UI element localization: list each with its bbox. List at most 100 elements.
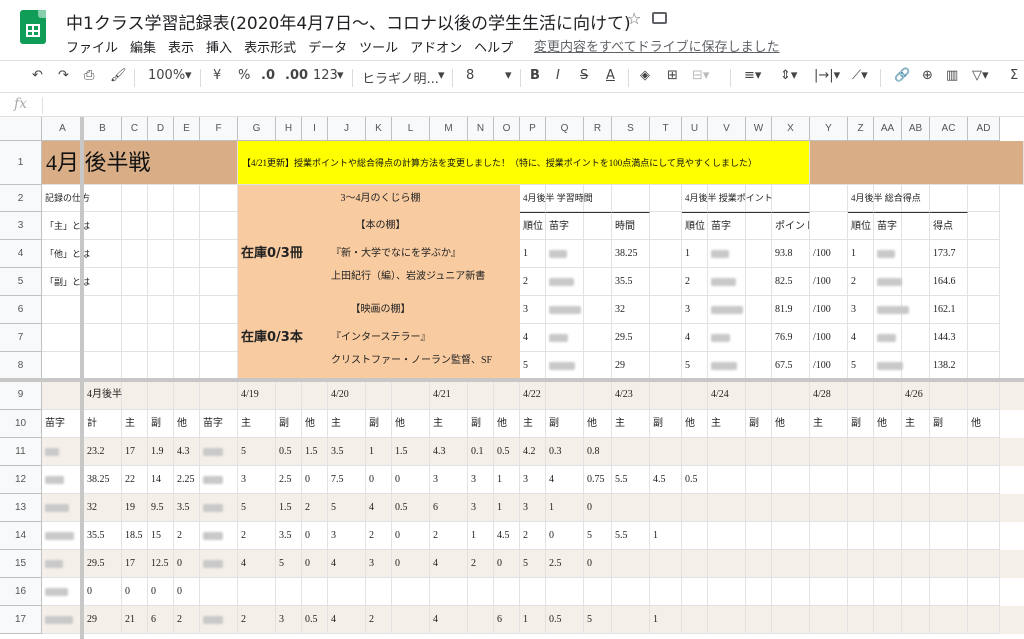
column-header-T[interactable]: T xyxy=(650,117,682,141)
cell-value[interactable]: 2 xyxy=(238,522,276,550)
cell[interactable] xyxy=(122,296,148,324)
cell-value[interactable]: 17 xyxy=(122,438,148,466)
cell[interactable] xyxy=(650,550,682,578)
cell-value[interactable]: 12.5 xyxy=(148,550,174,578)
cell[interactable] xyxy=(810,578,848,606)
cell-value[interactable]: 14 xyxy=(148,466,174,494)
student-name-blurred[interactable] xyxy=(200,438,238,466)
column-header-V[interactable]: V xyxy=(708,117,746,141)
cell-value[interactable] xyxy=(392,606,430,634)
cell[interactable] xyxy=(682,578,708,606)
cell[interactable] xyxy=(174,268,200,296)
cell-value[interactable]: 0.5 xyxy=(392,494,430,522)
cell-value[interactable] xyxy=(468,606,494,634)
bold-icon[interactable]: B xyxy=(530,68,540,83)
cell[interactable] xyxy=(682,550,708,578)
cell[interactable] xyxy=(968,438,1000,466)
cell-value[interactable]: 0.5 xyxy=(546,606,584,634)
cell[interactable] xyxy=(174,240,200,268)
cell-value[interactable]: 2.5 xyxy=(546,550,584,578)
cell[interactable] xyxy=(328,578,366,606)
cell-value[interactable]: 5 xyxy=(276,550,302,578)
cell[interactable] xyxy=(746,522,772,550)
menu-item[interactable]: ヘルプ xyxy=(474,37,513,56)
cell[interactable] xyxy=(546,578,584,606)
cell[interactable] xyxy=(930,438,968,466)
cell[interactable] xyxy=(930,550,968,578)
cell[interactable] xyxy=(238,578,276,606)
cell[interactable] xyxy=(650,268,682,296)
student-name-blurred[interactable] xyxy=(42,466,84,494)
cell[interactable] xyxy=(174,185,200,212)
cell[interactable] xyxy=(84,352,122,380)
cell[interactable] xyxy=(276,578,302,606)
student-name-blurred[interactable] xyxy=(200,578,238,606)
cell-value[interactable]: 3 xyxy=(430,466,468,494)
cell-value[interactable]: 4.5 xyxy=(650,466,682,494)
cell[interactable] xyxy=(746,438,772,466)
cell[interactable] xyxy=(682,606,708,634)
row-header-17[interactable]: 17 xyxy=(0,606,42,634)
cell-value[interactable]: 0 xyxy=(392,522,430,550)
cell-value[interactable]: 21 xyxy=(122,606,148,634)
cell-value[interactable]: 4 xyxy=(328,606,366,634)
cell[interactable] xyxy=(174,352,200,380)
cell[interactable] xyxy=(902,550,930,578)
student-name-blurred[interactable] xyxy=(42,522,84,550)
cell[interactable] xyxy=(174,380,200,410)
cell-value[interactable]: 0 xyxy=(84,578,122,606)
cell-value[interactable]: 5 xyxy=(584,606,612,634)
cell[interactable] xyxy=(968,185,1000,212)
cell[interactable] xyxy=(122,185,148,212)
cell-value[interactable]: 0 xyxy=(392,466,430,494)
filter-icon[interactable]: ▽▾ xyxy=(972,68,989,83)
vertical-align-icon[interactable]: ⇕▾ xyxy=(780,68,797,83)
move-folder-icon[interactable] xyxy=(652,12,667,24)
cell[interactable] xyxy=(650,494,682,522)
cell[interactable] xyxy=(84,296,122,324)
column-header-Q[interactable]: Q xyxy=(546,117,584,141)
cell[interactable] xyxy=(810,212,848,240)
student-name-blurred[interactable] xyxy=(200,550,238,578)
insert-chart-icon[interactable]: ▥ xyxy=(946,68,958,83)
cell-value[interactable]: 4 xyxy=(238,550,276,578)
font-size-chevron-icon[interactable]: ▾ xyxy=(505,68,512,83)
sheets-logo-icon[interactable] xyxy=(20,10,46,44)
menu-item[interactable]: データ xyxy=(308,37,347,56)
menu-item[interactable]: 挿入 xyxy=(206,37,232,56)
cell[interactable] xyxy=(968,268,1000,296)
cell-value[interactable]: 1 xyxy=(494,494,520,522)
cell-value[interactable]: 4.5 xyxy=(494,522,520,550)
cell-value[interactable]: 1 xyxy=(650,606,682,634)
star-icon[interactable]: ☆ xyxy=(627,9,641,28)
cell[interactable] xyxy=(968,522,1000,550)
cell[interactable] xyxy=(650,578,682,606)
cell[interactable] xyxy=(650,185,682,212)
cell[interactable] xyxy=(122,268,148,296)
row-header-5[interactable]: 5 xyxy=(0,268,42,296)
cell[interactable] xyxy=(772,380,810,410)
cell-value[interactable]: 3.5 xyxy=(328,438,366,466)
column-header-S[interactable]: S xyxy=(612,117,650,141)
font-chevron-icon[interactable]: ▾ xyxy=(438,68,445,83)
cell[interactable] xyxy=(708,438,746,466)
cell[interactable] xyxy=(772,438,810,466)
save-status[interactable]: 変更内容をすべてドライブに保存しました xyxy=(534,36,780,55)
cell[interactable] xyxy=(930,466,968,494)
cell-value[interactable]: 0.1 xyxy=(468,438,494,466)
cell[interactable] xyxy=(122,240,148,268)
column-header-AA[interactable]: AA xyxy=(874,117,902,141)
column-header-AD[interactable]: AD xyxy=(968,117,1000,141)
cell-value[interactable] xyxy=(612,606,650,634)
cell-value[interactable]: 1 xyxy=(546,494,584,522)
row-header-4[interactable]: 4 xyxy=(0,240,42,268)
cell-value[interactable]: 2 xyxy=(174,606,200,634)
cell[interactable] xyxy=(746,606,772,634)
cell[interactable] xyxy=(848,466,874,494)
cell[interactable] xyxy=(650,352,682,380)
cell[interactable] xyxy=(902,606,930,634)
cell[interactable] xyxy=(810,438,848,466)
cell-value[interactable]: 0 xyxy=(584,494,612,522)
cell[interactable] xyxy=(848,438,874,466)
cell[interactable] xyxy=(148,324,174,352)
